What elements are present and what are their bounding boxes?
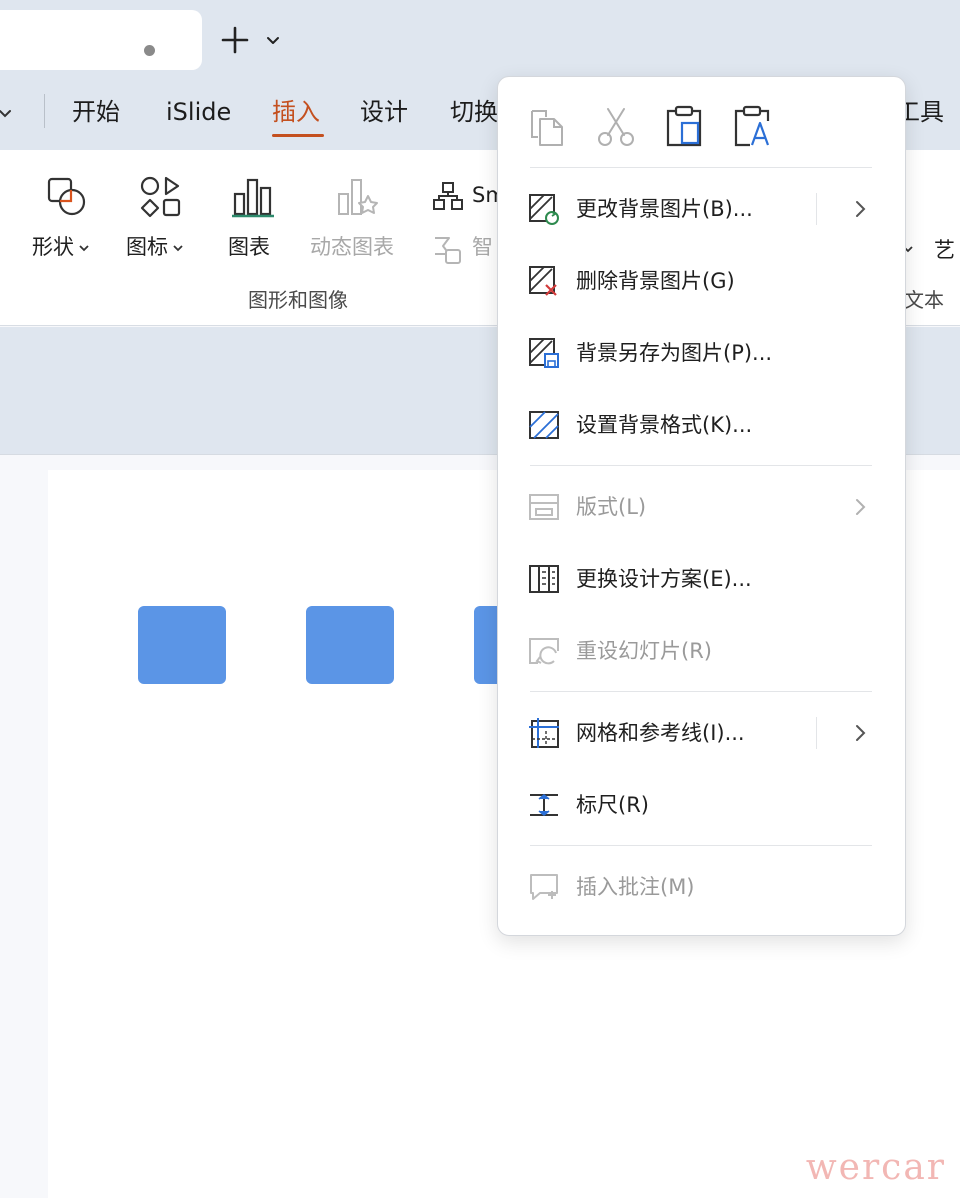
cut-icon[interactable] bbox=[594, 105, 638, 149]
active-tab-indicator bbox=[272, 134, 324, 137]
save-background-as-picture-item[interactable]: 背景另存为图片(P)... bbox=[516, 325, 886, 381]
group-label-text: 文本 bbox=[904, 288, 944, 312]
dynamic-chart-icon bbox=[338, 179, 378, 215]
menu-item-label: 设置背景格式(K)... bbox=[576, 413, 753, 437]
unsaved-dot-icon bbox=[144, 45, 155, 56]
art-text-button[interactable]: 艺 bbox=[934, 236, 955, 264]
menu-divider bbox=[530, 167, 872, 168]
menu-item-label: 更改背景图片(B)... bbox=[576, 197, 753, 221]
ruler-icon bbox=[530, 793, 558, 817]
chevron-down-icon bbox=[79, 245, 89, 252]
design-scheme-icon bbox=[529, 565, 559, 593]
copy-icon[interactable] bbox=[526, 105, 570, 149]
grid-guides-icon bbox=[529, 718, 559, 748]
layout-item: 版式(L) bbox=[516, 479, 886, 535]
submenu-divider bbox=[816, 193, 817, 225]
comment-icon bbox=[530, 874, 558, 900]
chart-button[interactable]: 图表 bbox=[228, 232, 270, 262]
grid-and-guides-item[interactable]: 网格和参考线(I)... bbox=[516, 705, 886, 761]
tab-home[interactable]: 开始 bbox=[72, 96, 120, 128]
shapes-button[interactable]: 形状 bbox=[32, 232, 90, 262]
reset-slide-icon bbox=[529, 638, 559, 665]
chevron-down-icon[interactable] bbox=[0, 104, 14, 122]
submenu-divider bbox=[816, 717, 817, 749]
smartart-icon[interactable] bbox=[432, 180, 464, 212]
menu-item-label: 版式(L) bbox=[576, 495, 647, 519]
change-image-icon bbox=[529, 194, 559, 225]
delete-background-image-item[interactable]: 删除背景图片(G) bbox=[516, 253, 886, 309]
menu-item-label: 更换设计方案(E)... bbox=[576, 567, 752, 591]
menu-item-label: 网格和参考线(I)... bbox=[576, 721, 745, 745]
ruler-item[interactable]: 标尺(R) bbox=[516, 777, 886, 833]
chevron-right-icon[interactable] bbox=[850, 723, 870, 743]
reset-slide-item: 重设幻灯片(R) bbox=[516, 623, 886, 679]
watermark: wercar bbox=[805, 1147, 946, 1188]
insert-comment-item: 插入批注(M) bbox=[516, 859, 886, 915]
chart-icon[interactable] bbox=[230, 174, 276, 220]
change-design-scheme-item[interactable]: 更换设计方案(E)... bbox=[516, 551, 886, 607]
menu-item-label: 标尺(R) bbox=[576, 793, 649, 817]
format-background-item[interactable]: 设置背景格式(K)... bbox=[516, 397, 886, 453]
menu-item-label: 背景另存为图片(P)... bbox=[576, 341, 773, 365]
icons-gallery-icon[interactable] bbox=[138, 174, 184, 220]
tab-insert[interactable]: 插入 bbox=[272, 96, 320, 128]
tab-list-dropdown[interactable] bbox=[263, 30, 283, 50]
new-tab-button[interactable] bbox=[217, 22, 253, 58]
group-label-graphics: 图形和图像 bbox=[248, 288, 348, 312]
menu-divider bbox=[530, 845, 872, 846]
save-image-icon bbox=[529, 338, 559, 368]
title-bar bbox=[0, 0, 960, 78]
clipboard-toolbar bbox=[498, 77, 905, 167]
paste-text-only-icon[interactable] bbox=[730, 105, 774, 149]
layout-icon bbox=[529, 494, 559, 520]
menu-item-label: 删除背景图片(G) bbox=[576, 269, 735, 293]
tab-islide[interactable]: iSlide bbox=[166, 96, 231, 128]
shapes-icon[interactable] bbox=[44, 174, 90, 220]
chevron-down-icon bbox=[267, 37, 279, 44]
chevron-right-icon bbox=[856, 499, 866, 515]
menu-item-label: 重设幻灯片(R) bbox=[576, 639, 712, 663]
tab-transitions[interactable]: 切换 bbox=[450, 96, 498, 128]
menu-divider bbox=[530, 691, 872, 692]
tab-design[interactable]: 设计 bbox=[360, 96, 408, 128]
menu-divider bbox=[530, 465, 872, 466]
chevron-right-icon[interactable] bbox=[850, 199, 870, 219]
document-tab[interactable] bbox=[0, 10, 202, 70]
smart-graphic-button: 智 bbox=[472, 235, 493, 259]
change-background-image-item[interactable]: 更改背景图片(B)... bbox=[516, 181, 886, 237]
delete-image-icon bbox=[529, 266, 557, 296]
context-menu: 更改背景图片(B)... 删除背景图片(G) 背景另存为图片(P)... 设置背… bbox=[497, 76, 906, 936]
icons-button[interactable]: 图标 bbox=[126, 232, 184, 262]
plus-icon bbox=[221, 26, 249, 54]
paste-icon[interactable] bbox=[662, 105, 706, 149]
slide-shape-rectangle[interactable] bbox=[138, 606, 226, 684]
menu-item-label: 插入批注(M) bbox=[576, 875, 695, 899]
slide-shape-rectangle[interactable] bbox=[306, 606, 394, 684]
format-background-icon bbox=[529, 411, 559, 439]
smart-graphic-icon bbox=[435, 237, 461, 264]
dynamic-chart-button: 动态图表 bbox=[310, 235, 394, 259]
chevron-down-icon bbox=[173, 245, 183, 252]
divider bbox=[44, 94, 45, 128]
